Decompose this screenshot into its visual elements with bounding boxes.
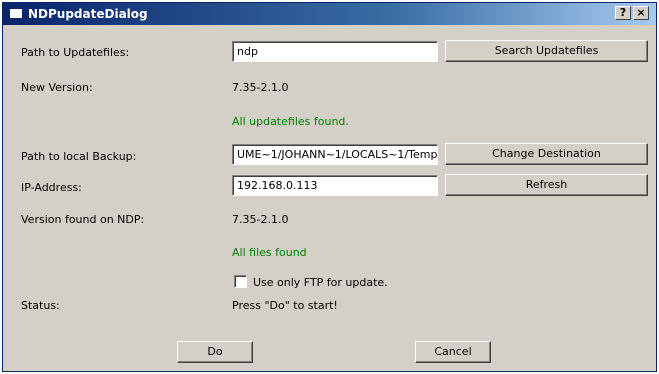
ftp-checkbox-label[interactable]: Use only FTP for update. — [253, 276, 388, 289]
window-icon — [9, 8, 23, 19]
do-button[interactable]: Do — [177, 341, 253, 363]
help-button[interactable]: ? — [615, 6, 631, 20]
title-bar[interactable]: NDPupdateDialog ? × — [3, 3, 656, 25]
window-title: NDPupdateDialog — [28, 7, 148, 21]
path-updatefiles-input[interactable]: ndp — [232, 41, 438, 62]
status-label: Status: — [21, 299, 60, 312]
change-destination-button[interactable]: Change Destination — [445, 143, 648, 165]
backup-path-label: Path to local Backup: — [21, 150, 137, 163]
version-ndp-label: Version found on NDP: — [21, 213, 145, 226]
close-button[interactable]: × — [633, 6, 649, 20]
refresh-button[interactable]: Refresh — [445, 174, 648, 196]
ftp-checkbox[interactable] — [234, 275, 247, 288]
updatefiles-status: All updatefiles found. — [232, 115, 349, 128]
backup-path-input[interactable]: UME~1/JOHANN~1/LOCALS~1/Temp — [232, 144, 438, 165]
path-updatefiles-label: Path to Updatefiles: — [21, 46, 130, 59]
dialog-window: NDPupdateDialog ? × Path to Updatefiles:… — [2, 2, 657, 372]
search-updatefiles-button[interactable]: Search Updatefiles — [445, 40, 648, 62]
new-version-label: New Version: — [21, 81, 93, 94]
new-version-value: 7.35-2.1.0 — [232, 81, 289, 94]
status-value: Press "Do" to start! — [232, 299, 338, 312]
files-status: All files found — [232, 246, 307, 259]
ip-address-input[interactable]: 192.168.0.113 — [232, 175, 438, 196]
version-ndp-value: 7.35-2.1.0 — [232, 213, 289, 226]
cancel-button[interactable]: Cancel — [415, 341, 491, 363]
ip-address-label: IP-Address: — [21, 181, 82, 194]
